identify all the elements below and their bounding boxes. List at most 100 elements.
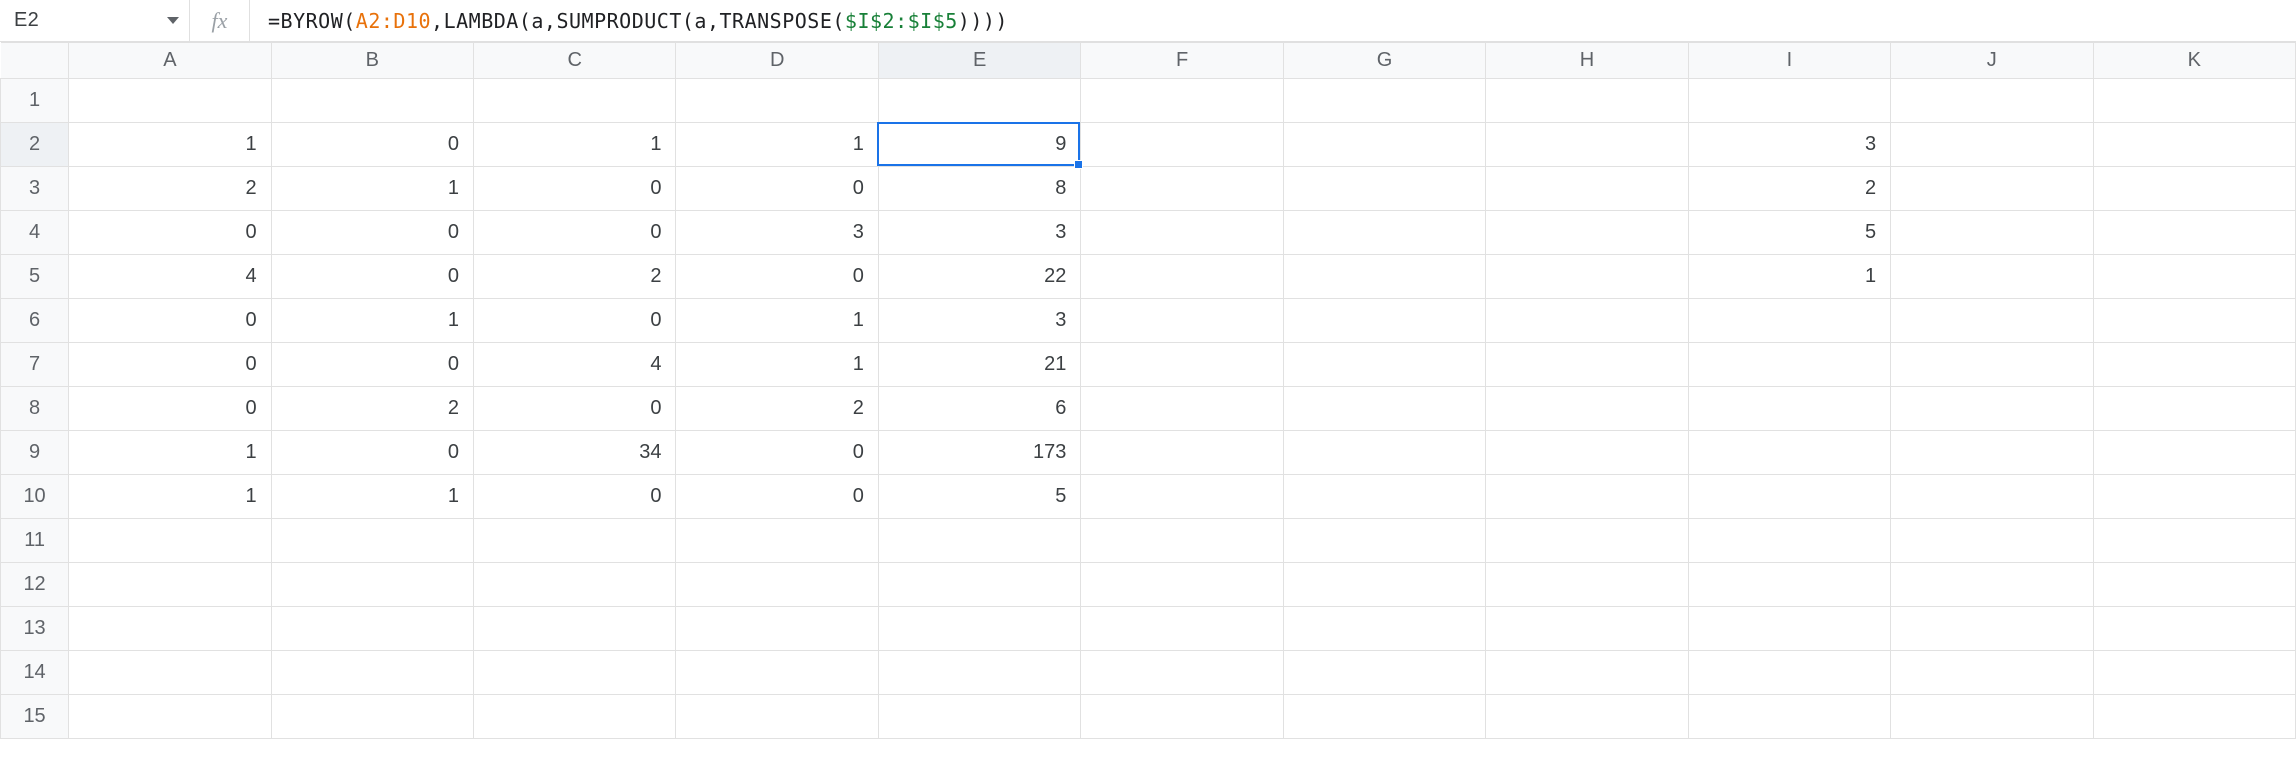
cell-K14[interactable] <box>2093 651 2295 695</box>
cell-E10[interactable]: 5 <box>878 475 1080 519</box>
column-header-A[interactable]: A <box>69 43 271 79</box>
cell-D3[interactable]: 0 <box>676 167 878 211</box>
cell-F7[interactable] <box>1081 343 1283 387</box>
cell-G12[interactable] <box>1283 563 1485 607</box>
cell-J1[interactable] <box>1891 79 2093 123</box>
cell-C13[interactable] <box>474 607 676 651</box>
cell-G8[interactable] <box>1283 387 1485 431</box>
cell-A14[interactable] <box>69 651 271 695</box>
cell-H14[interactable] <box>1486 651 1688 695</box>
select-all-corner[interactable] <box>1 43 69 79</box>
cell-F3[interactable] <box>1081 167 1283 211</box>
spreadsheet-grid[interactable]: ABCDEFGHIJK 1210119332100824000335540202… <box>0 42 2296 775</box>
cell-C3[interactable]: 0 <box>474 167 676 211</box>
cell-C11[interactable] <box>474 519 676 563</box>
formula-input[interactable]: =BYROW(A2:D10,LAMBDA(a,SUMPRODUCT(a,TRAN… <box>250 0 2296 41</box>
cell-I7[interactable] <box>1688 343 1890 387</box>
cell-E4[interactable]: 3 <box>878 211 1080 255</box>
cell-I8[interactable] <box>1688 387 1890 431</box>
cell-K15[interactable] <box>2093 695 2295 739</box>
cell-C2[interactable]: 1 <box>474 123 676 167</box>
cell-H1[interactable] <box>1486 79 1688 123</box>
cell-K3[interactable] <box>2093 167 2295 211</box>
cell-H4[interactable] <box>1486 211 1688 255</box>
column-header-I[interactable]: I <box>1688 43 1890 79</box>
cell-E9[interactable]: 173 <box>878 431 1080 475</box>
cell-D13[interactable] <box>676 607 878 651</box>
cell-H10[interactable] <box>1486 475 1688 519</box>
cell-I9[interactable] <box>1688 431 1890 475</box>
cell-B11[interactable] <box>271 519 473 563</box>
cell-J15[interactable] <box>1891 695 2093 739</box>
cell-I2[interactable]: 3 <box>1688 123 1890 167</box>
cell-C4[interactable]: 0 <box>474 211 676 255</box>
cell-F8[interactable] <box>1081 387 1283 431</box>
cell-J8[interactable] <box>1891 387 2093 431</box>
cell-A10[interactable]: 1 <box>69 475 271 519</box>
cell-F12[interactable] <box>1081 563 1283 607</box>
row-header-9[interactable]: 9 <box>1 431 69 475</box>
cell-K12[interactable] <box>2093 563 2295 607</box>
cell-A11[interactable] <box>69 519 271 563</box>
cell-J9[interactable] <box>1891 431 2093 475</box>
cell-H13[interactable] <box>1486 607 1688 651</box>
cell-E6[interactable]: 3 <box>878 299 1080 343</box>
cell-B1[interactable] <box>271 79 473 123</box>
cell-J5[interactable] <box>1891 255 2093 299</box>
cell-G13[interactable] <box>1283 607 1485 651</box>
cell-B15[interactable] <box>271 695 473 739</box>
cell-C7[interactable]: 4 <box>474 343 676 387</box>
chevron-down-icon[interactable] <box>167 17 179 24</box>
cell-D9[interactable]: 0 <box>676 431 878 475</box>
row-header-7[interactable]: 7 <box>1 343 69 387</box>
cell-D11[interactable] <box>676 519 878 563</box>
cell-G7[interactable] <box>1283 343 1485 387</box>
cell-K2[interactable] <box>2093 123 2295 167</box>
column-header-H[interactable]: H <box>1486 43 1688 79</box>
cell-I12[interactable] <box>1688 563 1890 607</box>
cell-F14[interactable] <box>1081 651 1283 695</box>
column-header-K[interactable]: K <box>2093 43 2295 79</box>
cell-E3[interactable]: 8 <box>878 167 1080 211</box>
cell-A8[interactable]: 0 <box>69 387 271 431</box>
cell-G15[interactable] <box>1283 695 1485 739</box>
cell-A6[interactable]: 0 <box>69 299 271 343</box>
cell-C5[interactable]: 2 <box>474 255 676 299</box>
cell-C14[interactable] <box>474 651 676 695</box>
row-header-6[interactable]: 6 <box>1 299 69 343</box>
row-header-12[interactable]: 12 <box>1 563 69 607</box>
cell-I15[interactable] <box>1688 695 1890 739</box>
column-header-J[interactable]: J <box>1891 43 2093 79</box>
cell-J14[interactable] <box>1891 651 2093 695</box>
cell-H9[interactable] <box>1486 431 1688 475</box>
cell-G6[interactable] <box>1283 299 1485 343</box>
cell-C12[interactable] <box>474 563 676 607</box>
cell-G14[interactable] <box>1283 651 1485 695</box>
cell-K6[interactable] <box>2093 299 2295 343</box>
cell-I3[interactable]: 2 <box>1688 167 1890 211</box>
column-header-B[interactable]: B <box>271 43 473 79</box>
cell-D7[interactable]: 1 <box>676 343 878 387</box>
cell-K1[interactable] <box>2093 79 2295 123</box>
cell-C10[interactable]: 0 <box>474 475 676 519</box>
cell-D2[interactable]: 1 <box>676 123 878 167</box>
cell-A15[interactable] <box>69 695 271 739</box>
cell-H5[interactable] <box>1486 255 1688 299</box>
cell-D12[interactable] <box>676 563 878 607</box>
cell-I6[interactable] <box>1688 299 1890 343</box>
cell-K5[interactable] <box>2093 255 2295 299</box>
cell-A3[interactable]: 2 <box>69 167 271 211</box>
row-header-4[interactable]: 4 <box>1 211 69 255</box>
cell-E13[interactable] <box>878 607 1080 651</box>
column-header-D[interactable]: D <box>676 43 878 79</box>
cell-H15[interactable] <box>1486 695 1688 739</box>
cell-E15[interactable] <box>878 695 1080 739</box>
cell-I5[interactable]: 1 <box>1688 255 1890 299</box>
cell-B7[interactable]: 0 <box>271 343 473 387</box>
row-header-10[interactable]: 10 <box>1 475 69 519</box>
cell-A9[interactable]: 1 <box>69 431 271 475</box>
cell-J13[interactable] <box>1891 607 2093 651</box>
cell-A4[interactable]: 0 <box>69 211 271 255</box>
cell-G9[interactable] <box>1283 431 1485 475</box>
cell-J6[interactable] <box>1891 299 2093 343</box>
